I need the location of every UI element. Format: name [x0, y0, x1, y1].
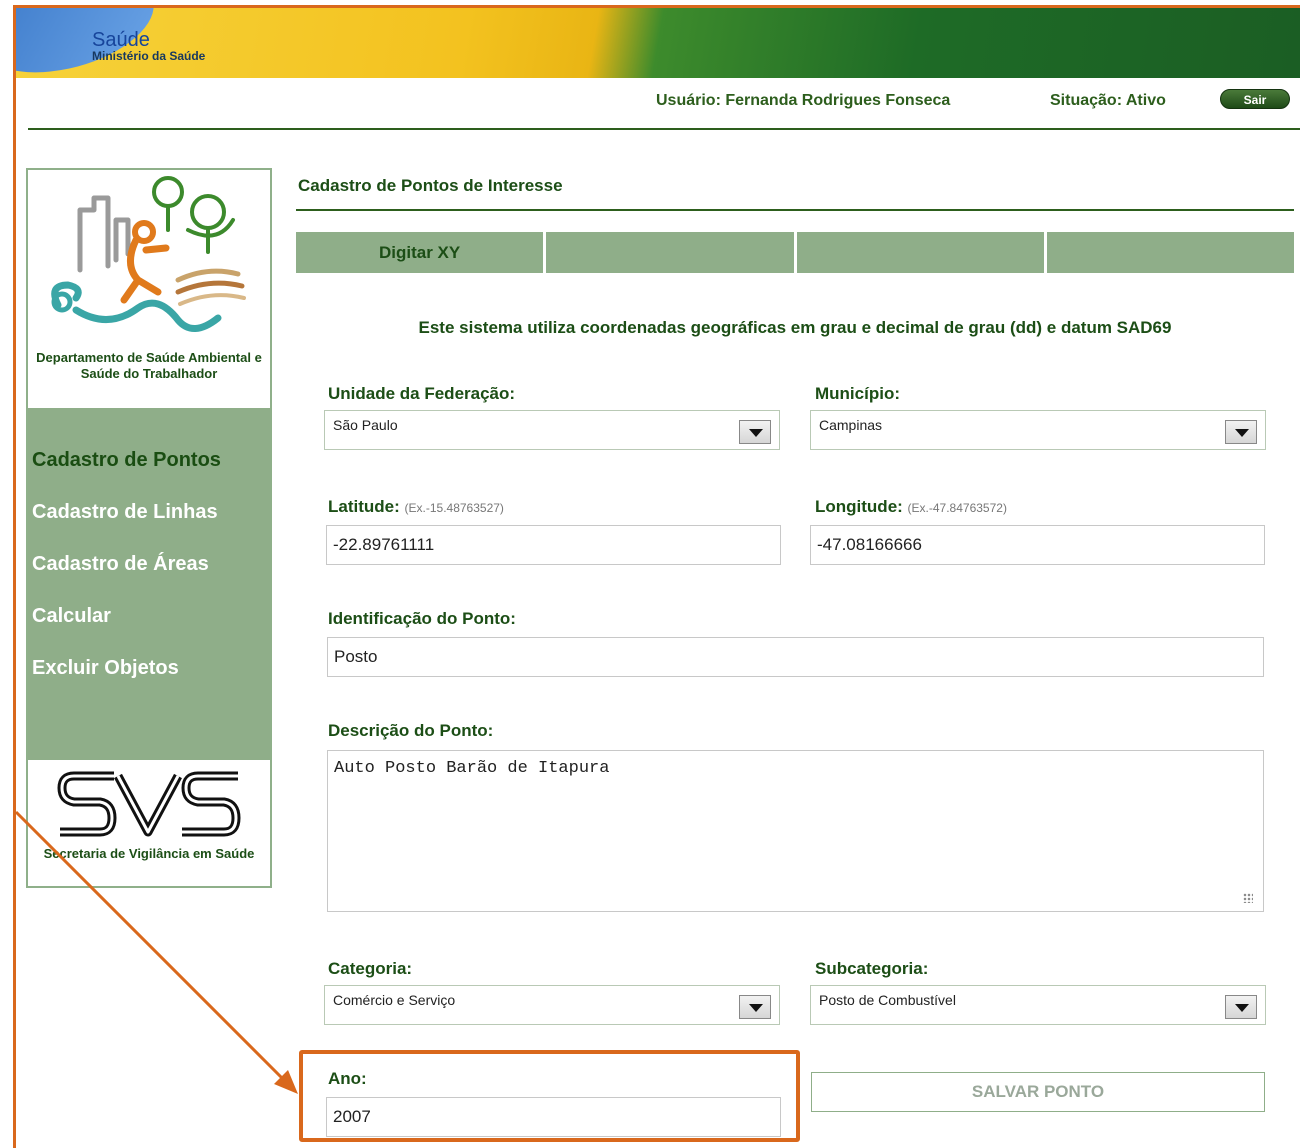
- annotation-highlight: [299, 1050, 800, 1142]
- subcategoria-select[interactable]: Posto de Combustível: [810, 985, 1266, 1025]
- longitude-hint: (Ex.-47.84763572): [907, 501, 1007, 515]
- logout-button[interactable]: Sair: [1220, 89, 1290, 109]
- department-logo-icon: [51, 176, 246, 332]
- tab-3[interactable]: [796, 232, 1044, 273]
- descricao-textarea[interactable]: Auto Posto Barão de Itapura: [327, 750, 1264, 912]
- latitude-label: Latitude:: [328, 497, 400, 516]
- sidebar-item-cadastro-pontos[interactable]: Cadastro de Pontos: [28, 440, 270, 492]
- chevron-down-icon[interactable]: [1225, 420, 1257, 444]
- identificacao-label: Identificação do Ponto:: [328, 609, 516, 628]
- chevron-down-icon[interactable]: [739, 420, 771, 444]
- longitude-input[interactable]: -47.08166666: [810, 525, 1265, 565]
- latitude-hint: (Ex.-15.48763527): [404, 501, 504, 515]
- brand-logo: Saúde Ministério da Saúde: [92, 30, 205, 62]
- categoria-label: Categoria:: [328, 959, 413, 978]
- coordinate-info: Este sistema utiliza coordenadas geográf…: [418, 318, 1172, 337]
- svs-label: Secretaria de Vigilância em Saúde: [43, 846, 255, 861]
- longitude-label-group: Longitude: (Ex.-47.84763572): [815, 497, 1007, 517]
- tab-bar: Digitar XY: [296, 232, 1294, 273]
- brand-subtitle: Ministério da Saúde: [92, 49, 206, 63]
- user-status: Situação: Ativo: [1050, 92, 1166, 109]
- svs-logo-box: Secretaria de Vigilância em Saúde: [28, 760, 270, 886]
- descricao-value: Auto Posto Barão de Itapura: [334, 759, 610, 778]
- chevron-down-icon[interactable]: [739, 995, 771, 1019]
- department-logo: Departamento de Saúde Ambiental e Saúde …: [28, 170, 270, 408]
- subcategoria-value: Posto de Combustível: [819, 992, 956, 1008]
- title-divider: [296, 209, 1294, 211]
- header-divider: [28, 128, 1300, 130]
- subcategoria-label: Subcategoria:: [815, 959, 929, 978]
- sidebar-item-cadastro-linhas[interactable]: Cadastro de Linhas: [28, 492, 270, 544]
- chevron-down-icon[interactable]: [1225, 995, 1257, 1019]
- categoria-value: Comércio e Serviço: [333, 992, 456, 1008]
- uf-select[interactable]: São Paulo: [324, 410, 780, 450]
- latitude-label-group: Latitude: (Ex.-15.48763527): [328, 497, 504, 517]
- sidebar-menu: Cadastro de Pontos Cadastro de Linhas Ca…: [28, 440, 270, 700]
- uf-value: São Paulo: [333, 417, 398, 433]
- resize-handle-icon[interactable]: [1243, 893, 1253, 903]
- municipio-value: Campinas: [819, 417, 883, 433]
- tab-2[interactable]: [546, 232, 794, 273]
- page-title: Cadastro de Pontos de Interesse: [298, 176, 563, 195]
- brand-title: Saúde: [92, 29, 150, 51]
- sidebar-item-cadastro-areas[interactable]: Cadastro de Áreas: [28, 544, 270, 596]
- municipio-label: Município:: [815, 384, 900, 403]
- user-name: Usuário: Fernanda Rodrigues Fonseca: [656, 92, 951, 109]
- descricao-label: Descrição do Ponto:: [328, 721, 494, 740]
- department-label: Departamento de Saúde Ambiental e Saúde …: [36, 350, 262, 382]
- uf-label: Unidade da Federação:: [328, 384, 516, 403]
- sidebar-item-calcular[interactable]: Calcular: [28, 596, 270, 648]
- header-banner: [16, 8, 1300, 80]
- sidebar: Departamento de Saúde Ambiental e Saúde …: [26, 168, 272, 888]
- svs-logo-icon: [57, 771, 241, 837]
- longitude-label: Longitude:: [815, 497, 903, 516]
- tab-4[interactable]: [1046, 232, 1294, 273]
- municipio-select[interactable]: Campinas: [810, 410, 1266, 450]
- sidebar-item-excluir-objetos[interactable]: Excluir Objetos: [28, 648, 270, 700]
- categoria-select[interactable]: Comércio e Serviço: [324, 985, 780, 1025]
- latitude-input[interactable]: -22.89761111: [326, 525, 781, 565]
- identificacao-input[interactable]: Posto: [327, 637, 1264, 677]
- tab-digitar-xy[interactable]: Digitar XY: [296, 232, 544, 273]
- save-point-button[interactable]: SALVAR PONTO: [811, 1072, 1265, 1112]
